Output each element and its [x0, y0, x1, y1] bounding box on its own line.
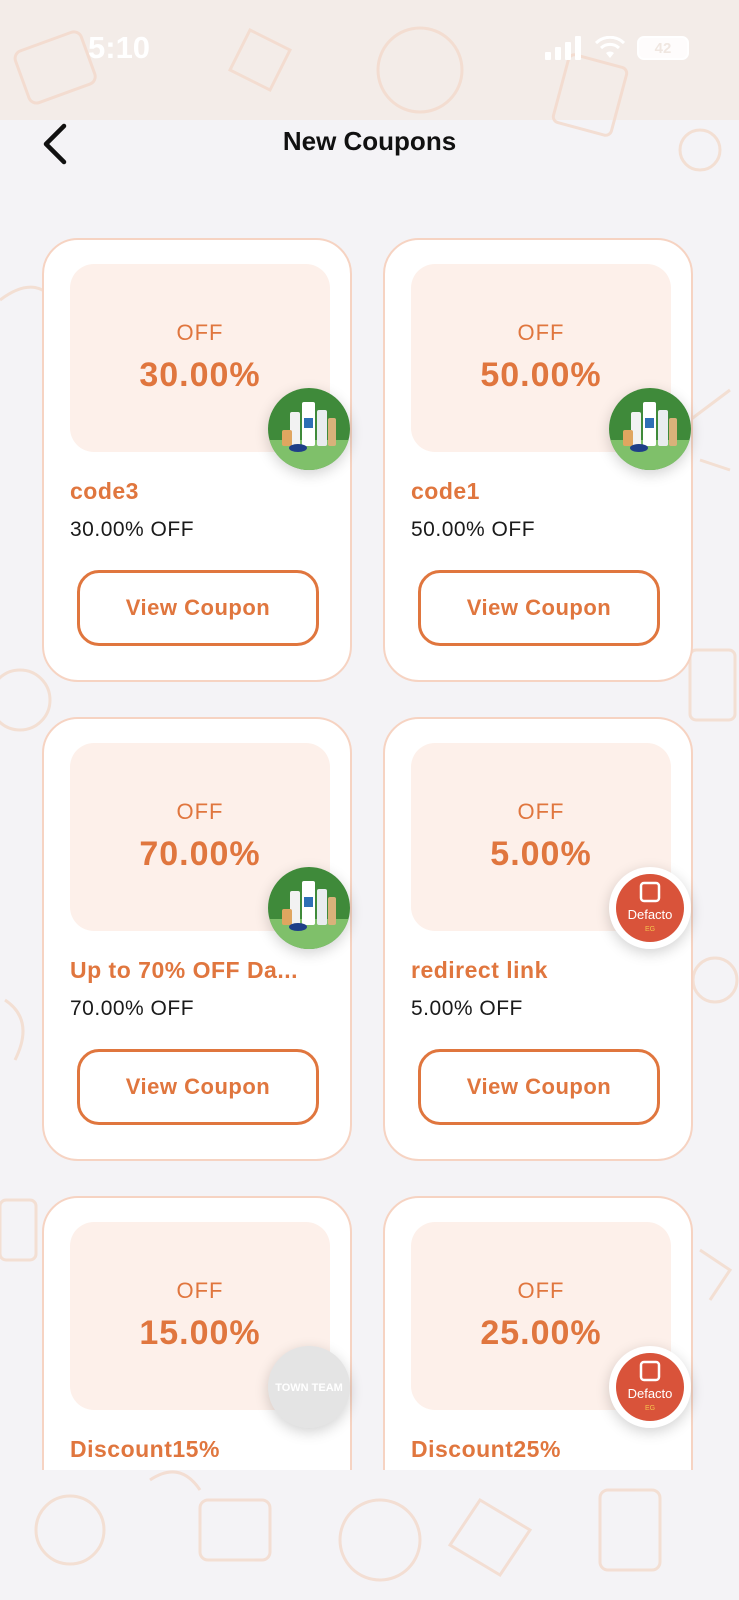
coupon-card[interactable]: OFF 30.00% code3 30.00% OFF View Coupon	[42, 238, 352, 682]
brand-logo	[268, 388, 350, 470]
coupon-name: Discount15%	[70, 1436, 220, 1462]
coupon-list[interactable]: OFF 30.00% code3 30.00% OFF View Coupon …	[0, 0, 739, 1470]
coupon-name: code3	[70, 478, 139, 504]
coupon-card[interactable]: OFF 50.00% code1 50.00% OFF View Coupon	[383, 238, 693, 682]
defacto-region: EG	[645, 1405, 655, 1412]
status-time: 5:10	[88, 30, 151, 65]
discount-percent: 25.00%	[480, 1314, 602, 1352]
battery-icon: 42	[637, 36, 689, 60]
view-coupon-button[interactable]: View Coupon	[418, 1049, 660, 1125]
brand-logo: TOWN TEAM	[268, 1346, 350, 1428]
skincare-products-logo	[609, 388, 691, 470]
status-icons: 42	[545, 36, 689, 60]
brand-logo	[609, 388, 691, 470]
defacto-logo: Defacto EG	[616, 874, 684, 942]
coupon-description: 5.00% OFF	[411, 997, 523, 1020]
defacto-logo: Defacto EG	[616, 1353, 684, 1421]
off-label: OFF	[517, 1278, 565, 1303]
town-team-logo: TOWN TEAM	[268, 1346, 350, 1428]
status-bar: 5:10 42	[0, 0, 739, 100]
discount-percent: 15.00%	[139, 1314, 261, 1352]
defacto-region: EG	[645, 926, 655, 933]
discount-percent: 70.00%	[139, 835, 261, 873]
town-team-wordmark: TOWN TEAM	[275, 1382, 343, 1394]
coupon-name: redirect link	[411, 957, 548, 983]
wifi-icon	[595, 36, 625, 58]
discount-percent: 30.00%	[139, 356, 261, 394]
defacto-wordmark: Defacto	[628, 907, 673, 922]
cellular-signal-icon	[545, 36, 581, 60]
battery-level: 42	[654, 40, 672, 57]
off-label: OFF	[517, 799, 565, 824]
view-coupon-button[interactable]: View Coupon	[77, 570, 319, 646]
view-coupon-button[interactable]: View Coupon	[418, 570, 660, 646]
coupon-name: Discount25%	[411, 1436, 561, 1462]
defacto-wordmark: Defacto	[628, 1386, 673, 1401]
coupon-card[interactable]: OFF 15.00% TOWN TEAM Discount15%	[42, 1196, 352, 1470]
coupon-card[interactable]: OFF 25.00% Defacto EG Discount25%	[383, 1196, 693, 1470]
coupon-name: Up to 70% OFF Da...	[70, 957, 299, 983]
discount-percent: 5.00%	[490, 835, 592, 873]
coupon-description: 50.00% OFF	[411, 518, 536, 541]
page-title: New Coupons	[282, 126, 457, 156]
coupon-card[interactable]: OFF 70.00% Up to 70% OFF Da... 70.00% OF…	[42, 717, 352, 1161]
coupon-card[interactable]: OFF 5.00% Defacto EG redirect link 5.00%…	[383, 717, 693, 1161]
brand-logo: Defacto EG	[609, 1346, 691, 1428]
coupon-description: 30.00% OFF	[70, 518, 195, 541]
off-label: OFF	[517, 320, 565, 345]
off-label: OFF	[176, 799, 224, 824]
coupon-name: code1	[411, 478, 480, 504]
skincare-products-logo	[268, 388, 350, 470]
coupon-description: 70.00% OFF	[70, 997, 195, 1020]
skincare-products-logo	[268, 867, 350, 949]
off-label: OFF	[176, 320, 224, 345]
brand-logo	[268, 867, 350, 949]
brand-logo: Defacto EG	[609, 867, 691, 949]
view-coupon-button[interactable]: View Coupon	[77, 1049, 319, 1125]
discount-percent: 50.00%	[480, 356, 602, 394]
off-label: OFF	[176, 1278, 224, 1303]
header: New Coupons	[0, 108, 739, 180]
